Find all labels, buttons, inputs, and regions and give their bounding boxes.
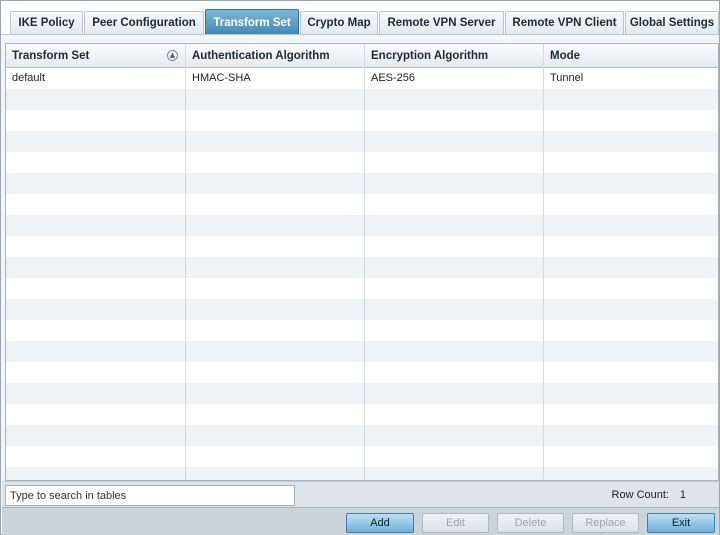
tab-transform-set[interactable]: Transform Set — [205, 9, 299, 35]
table-body: default HMAC-SHA AES-256 Tunnel — [6, 68, 718, 480]
column-divider — [364, 44, 365, 480]
tab-global-settings[interactable]: Global Settings — [625, 11, 719, 35]
tab-ike-policy[interactable]: IKE Policy — [10, 11, 83, 35]
table-row-empty — [6, 425, 718, 446]
sort-circle-icon[interactable]: ▲ — [167, 50, 178, 61]
table-row-empty — [6, 110, 718, 131]
table-row-empty — [6, 236, 718, 257]
tab-peer-configuration[interactable]: Peer Configuration — [84, 11, 204, 35]
table-row-empty — [6, 362, 718, 383]
table-row-empty — [6, 257, 718, 278]
tab-remote-vpn-client[interactable]: Remote VPN Client — [505, 11, 624, 35]
tab-crypto-map[interactable]: Crypto Map — [300, 11, 378, 35]
cell-mode: Tunnel — [550, 72, 584, 84]
delete-button[interactable]: Delete — [497, 513, 564, 533]
tab-bar-divider — [1, 34, 719, 35]
edit-button[interactable]: Edit — [422, 513, 489, 533]
column-header-transform-set[interactable]: Transform Set ▲ — [6, 44, 186, 68]
column-header-authentication-algorithm[interactable]: Authentication Algorithm — [186, 44, 365, 68]
table-row-empty — [6, 404, 718, 425]
column-header-label: Transform Set — [12, 50, 90, 62]
table-row-empty — [6, 383, 718, 404]
table-row-empty — [6, 299, 718, 320]
search-status-bar: Row Count: 1 — [2, 481, 719, 507]
cell-transform-set: default — [12, 72, 46, 84]
add-button[interactable]: Add — [346, 513, 414, 533]
table-row[interactable]: default HMAC-SHA AES-256 Tunnel — [6, 68, 718, 89]
table-header: Transform Set ▲ Authentication Algorithm… — [6, 44, 718, 68]
tab-remote-vpn-server[interactable]: Remote VPN Server — [379, 11, 504, 35]
table-row-empty — [6, 131, 718, 152]
column-header-encryption-algorithm[interactable]: Encryption Algorithm — [365, 44, 544, 68]
row-count-label: Row Count: — [611, 489, 669, 501]
cell-encryption-algorithm: AES-256 — [371, 72, 416, 84]
exit-button[interactable]: Exit — [647, 513, 715, 533]
search-input[interactable] — [5, 485, 295, 506]
table-row-empty — [6, 278, 718, 299]
cell-authentication-algorithm: HMAC-SHA — [192, 72, 251, 84]
table-row-empty — [6, 467, 718, 480]
transform-set-table: Transform Set ▲ Authentication Algorithm… — [5, 43, 719, 481]
column-divider — [185, 44, 186, 480]
replace-button[interactable]: Replace — [572, 513, 639, 533]
table-row-empty — [6, 89, 718, 110]
table-row-empty — [6, 194, 718, 215]
table-row-empty — [6, 341, 718, 362]
action-button-bar: Add Edit Delete Replace Exit — [2, 507, 719, 535]
column-header-mode[interactable]: Mode — [544, 44, 718, 68]
table-row-empty — [6, 320, 718, 341]
row-count-value: 1 — [679, 489, 686, 501]
table-row-empty — [6, 446, 718, 467]
table-row-empty — [6, 215, 718, 236]
table-row-empty — [6, 173, 718, 194]
table-row-empty — [6, 152, 718, 173]
transform-set-panel: IKE Policy Peer Configuration Transform … — [0, 0, 720, 535]
tab-bar: IKE Policy Peer Configuration Transform … — [1, 1, 719, 35]
column-divider — [543, 44, 544, 480]
